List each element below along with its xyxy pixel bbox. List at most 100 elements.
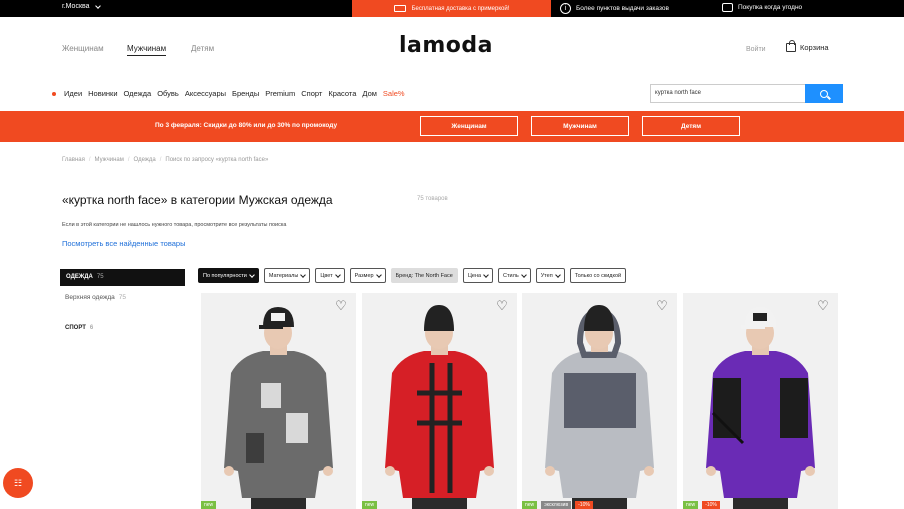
gender-tab-women[interactable]: Женщинам: [62, 44, 104, 53]
filter-label: Размер: [354, 272, 374, 279]
nav-item-home[interactable]: Дом: [362, 89, 377, 98]
filter-style[interactable]: Стиль: [498, 268, 531, 283]
search-input[interactable]: куртка north face: [655, 90, 701, 96]
heart-icon[interactable]: ♡: [495, 299, 509, 313]
sort-dropdown[interactable]: По популярности: [198, 268, 259, 283]
filter-grid-icon[interactable]: ☷: [3, 468, 33, 498]
truck-icon: [393, 5, 406, 12]
free-delivery-promo[interactable]: Бесплатная доставка с примеркой!: [352, 0, 551, 17]
nav-item-ideas[interactable]: Идеи: [64, 89, 82, 98]
product-badge: new: [522, 501, 538, 509]
nav-item-sport[interactable]: Спорт: [301, 89, 322, 98]
filter-label: Стиль: [503, 272, 519, 279]
filter-insulation[interactable]: Утеп: [535, 268, 565, 283]
nav-item-accessories[interactable]: Аксессуары: [185, 89, 226, 98]
chevron-down-icon: [554, 271, 561, 278]
nav-item-beauty[interactable]: Красота: [328, 89, 356, 98]
product-card[interactable]: ♡ new -10%: [683, 293, 838, 509]
filter-label: По популярности: [203, 272, 247, 279]
city-label: г.Москва: [62, 3, 90, 10]
filter-label: Утеп: [540, 272, 553, 279]
filter-label: Материалы: [268, 272, 299, 279]
heart-icon[interactable]: ♡: [655, 299, 669, 313]
filter-label: Цена: [467, 272, 482, 279]
gender-tab-kids[interactable]: Детям: [191, 44, 214, 53]
banner-button-kids[interactable]: Детям: [642, 116, 740, 136]
nav-item-brands[interactable]: Бренды: [232, 89, 259, 98]
product-badge: new: [201, 501, 217, 509]
promo-banner: По 3 февраля: Скидки до 80% или до 30% п…: [0, 111, 904, 142]
filter-sale-only[interactable]: Только со скидкой: [569, 268, 627, 283]
chevron-down-icon: [520, 271, 527, 278]
nav-item-shoes[interactable]: Обувь: [157, 89, 179, 98]
filter-label: Цвет: [320, 272, 333, 279]
nav-item-clothing[interactable]: Одежда: [124, 89, 152, 98]
chevron-down-icon: [249, 271, 255, 278]
nav-item-sale[interactable]: Sale%: [383, 89, 405, 98]
badge-row: new -10%: [683, 501, 720, 509]
product-card[interactable]: ♡ new: [362, 293, 517, 509]
device-icon: [722, 3, 733, 12]
chevron-down-icon: [375, 271, 382, 278]
banner-button-women[interactable]: Женщинам: [420, 116, 518, 136]
search-note: Если в этой категории не нашлось нужного…: [62, 222, 287, 228]
breadcrumb-men[interactable]: Мужчинам: [95, 157, 124, 163]
category-clothing[interactable]: ОДЕЖДА 75: [60, 269, 185, 286]
banner-text: По 3 февраля: Скидки до 80% или до 30% п…: [155, 122, 338, 129]
page-title: «куртка north face» в категории Мужская …: [62, 193, 333, 207]
product-badge: new: [683, 501, 699, 509]
breadcrumb: Главная / Мужчинам / Одежда / Поиск по запр…: [62, 157, 268, 163]
cart-label: Корзина: [800, 43, 829, 52]
breadcrumb-home[interactable]: Главная: [62, 157, 85, 163]
category-label: Верхняя одежда: [65, 294, 115, 301]
product-image: [201, 293, 356, 509]
heart-icon[interactable]: ♡: [816, 299, 830, 313]
info-icon: i: [560, 3, 571, 14]
top-bar: г.Москва Бесплатная доставка с примеркой…: [0, 0, 904, 17]
product-image: [683, 293, 838, 509]
heart-icon[interactable]: ♡: [334, 299, 348, 313]
login-link[interactable]: Войти: [746, 46, 766, 53]
search-button[interactable]: [805, 84, 843, 103]
product-badge: new: [362, 501, 378, 509]
site-logo[interactable]: lamoda: [399, 33, 493, 58]
banner-button-men[interactable]: Мужчинам: [531, 116, 629, 136]
all-results-link[interactable]: Посмотреть все найденные товары: [62, 239, 185, 248]
badge-row: new: [362, 501, 378, 509]
category-sport[interactable]: СПОРТ 6: [65, 325, 93, 331]
filter-label: Только со скидкой: [574, 272, 622, 279]
anytime-shopping-link[interactable]: Покупка когда угодно: [722, 3, 802, 12]
filter-materials[interactable]: Материалы: [263, 268, 311, 283]
category-outerwear[interactable]: Верхняя одежда 75: [65, 294, 126, 301]
category-count: 6: [89, 325, 94, 331]
chevron-down-icon: [94, 2, 101, 9]
shopping-bag-icon: [786, 40, 796, 52]
breadcrumb-separator: /: [127, 157, 130, 163]
search-box[interactable]: куртка north face: [650, 84, 843, 103]
gender-tab-men[interactable]: Мужчинам: [127, 44, 167, 56]
filter-size[interactable]: Размер: [349, 268, 386, 283]
nav-item-new[interactable]: Новинки: [88, 89, 117, 98]
chevron-down-icon: [300, 271, 307, 278]
pickup-points-link[interactable]: i Более пунктов выдачи заказов: [560, 3, 669, 14]
filter-brand[interactable]: Бренд: The North Face: [390, 268, 458, 283]
product-badge: -10%: [702, 501, 720, 509]
product-badge: -10%: [575, 501, 593, 509]
filter-bar: По популярности Материалы Цвет Размер Бр…: [198, 268, 627, 283]
category-label: ОДЕЖДА: [66, 274, 93, 280]
product-card[interactable]: ♡ new: [201, 293, 356, 509]
category-label: СПОРТ: [65, 325, 86, 331]
product-card[interactable]: ♡ new эксклюзив -10%: [522, 293, 677, 509]
pickup-points-label: Более пунктов выдачи заказов: [576, 5, 669, 12]
filter-color[interactable]: Цвет: [315, 268, 345, 283]
product-image: [362, 293, 517, 509]
cart-link[interactable]: Корзина: [786, 40, 829, 52]
category-count: 75: [118, 294, 126, 301]
breadcrumb-clothing[interactable]: Одежда: [134, 157, 156, 163]
anytime-shopping-label: Покупка когда угодно: [738, 4, 803, 11]
filter-label: Бренд: The North Face: [395, 272, 453, 279]
city-selector[interactable]: г.Москва: [62, 2, 101, 10]
nav-item-premium[interactable]: Premium: [265, 89, 295, 98]
main-nav: Идеи Новинки Одежда Обувь Аксессуары Бре…: [52, 89, 405, 98]
filter-price[interactable]: Цена: [462, 268, 494, 283]
